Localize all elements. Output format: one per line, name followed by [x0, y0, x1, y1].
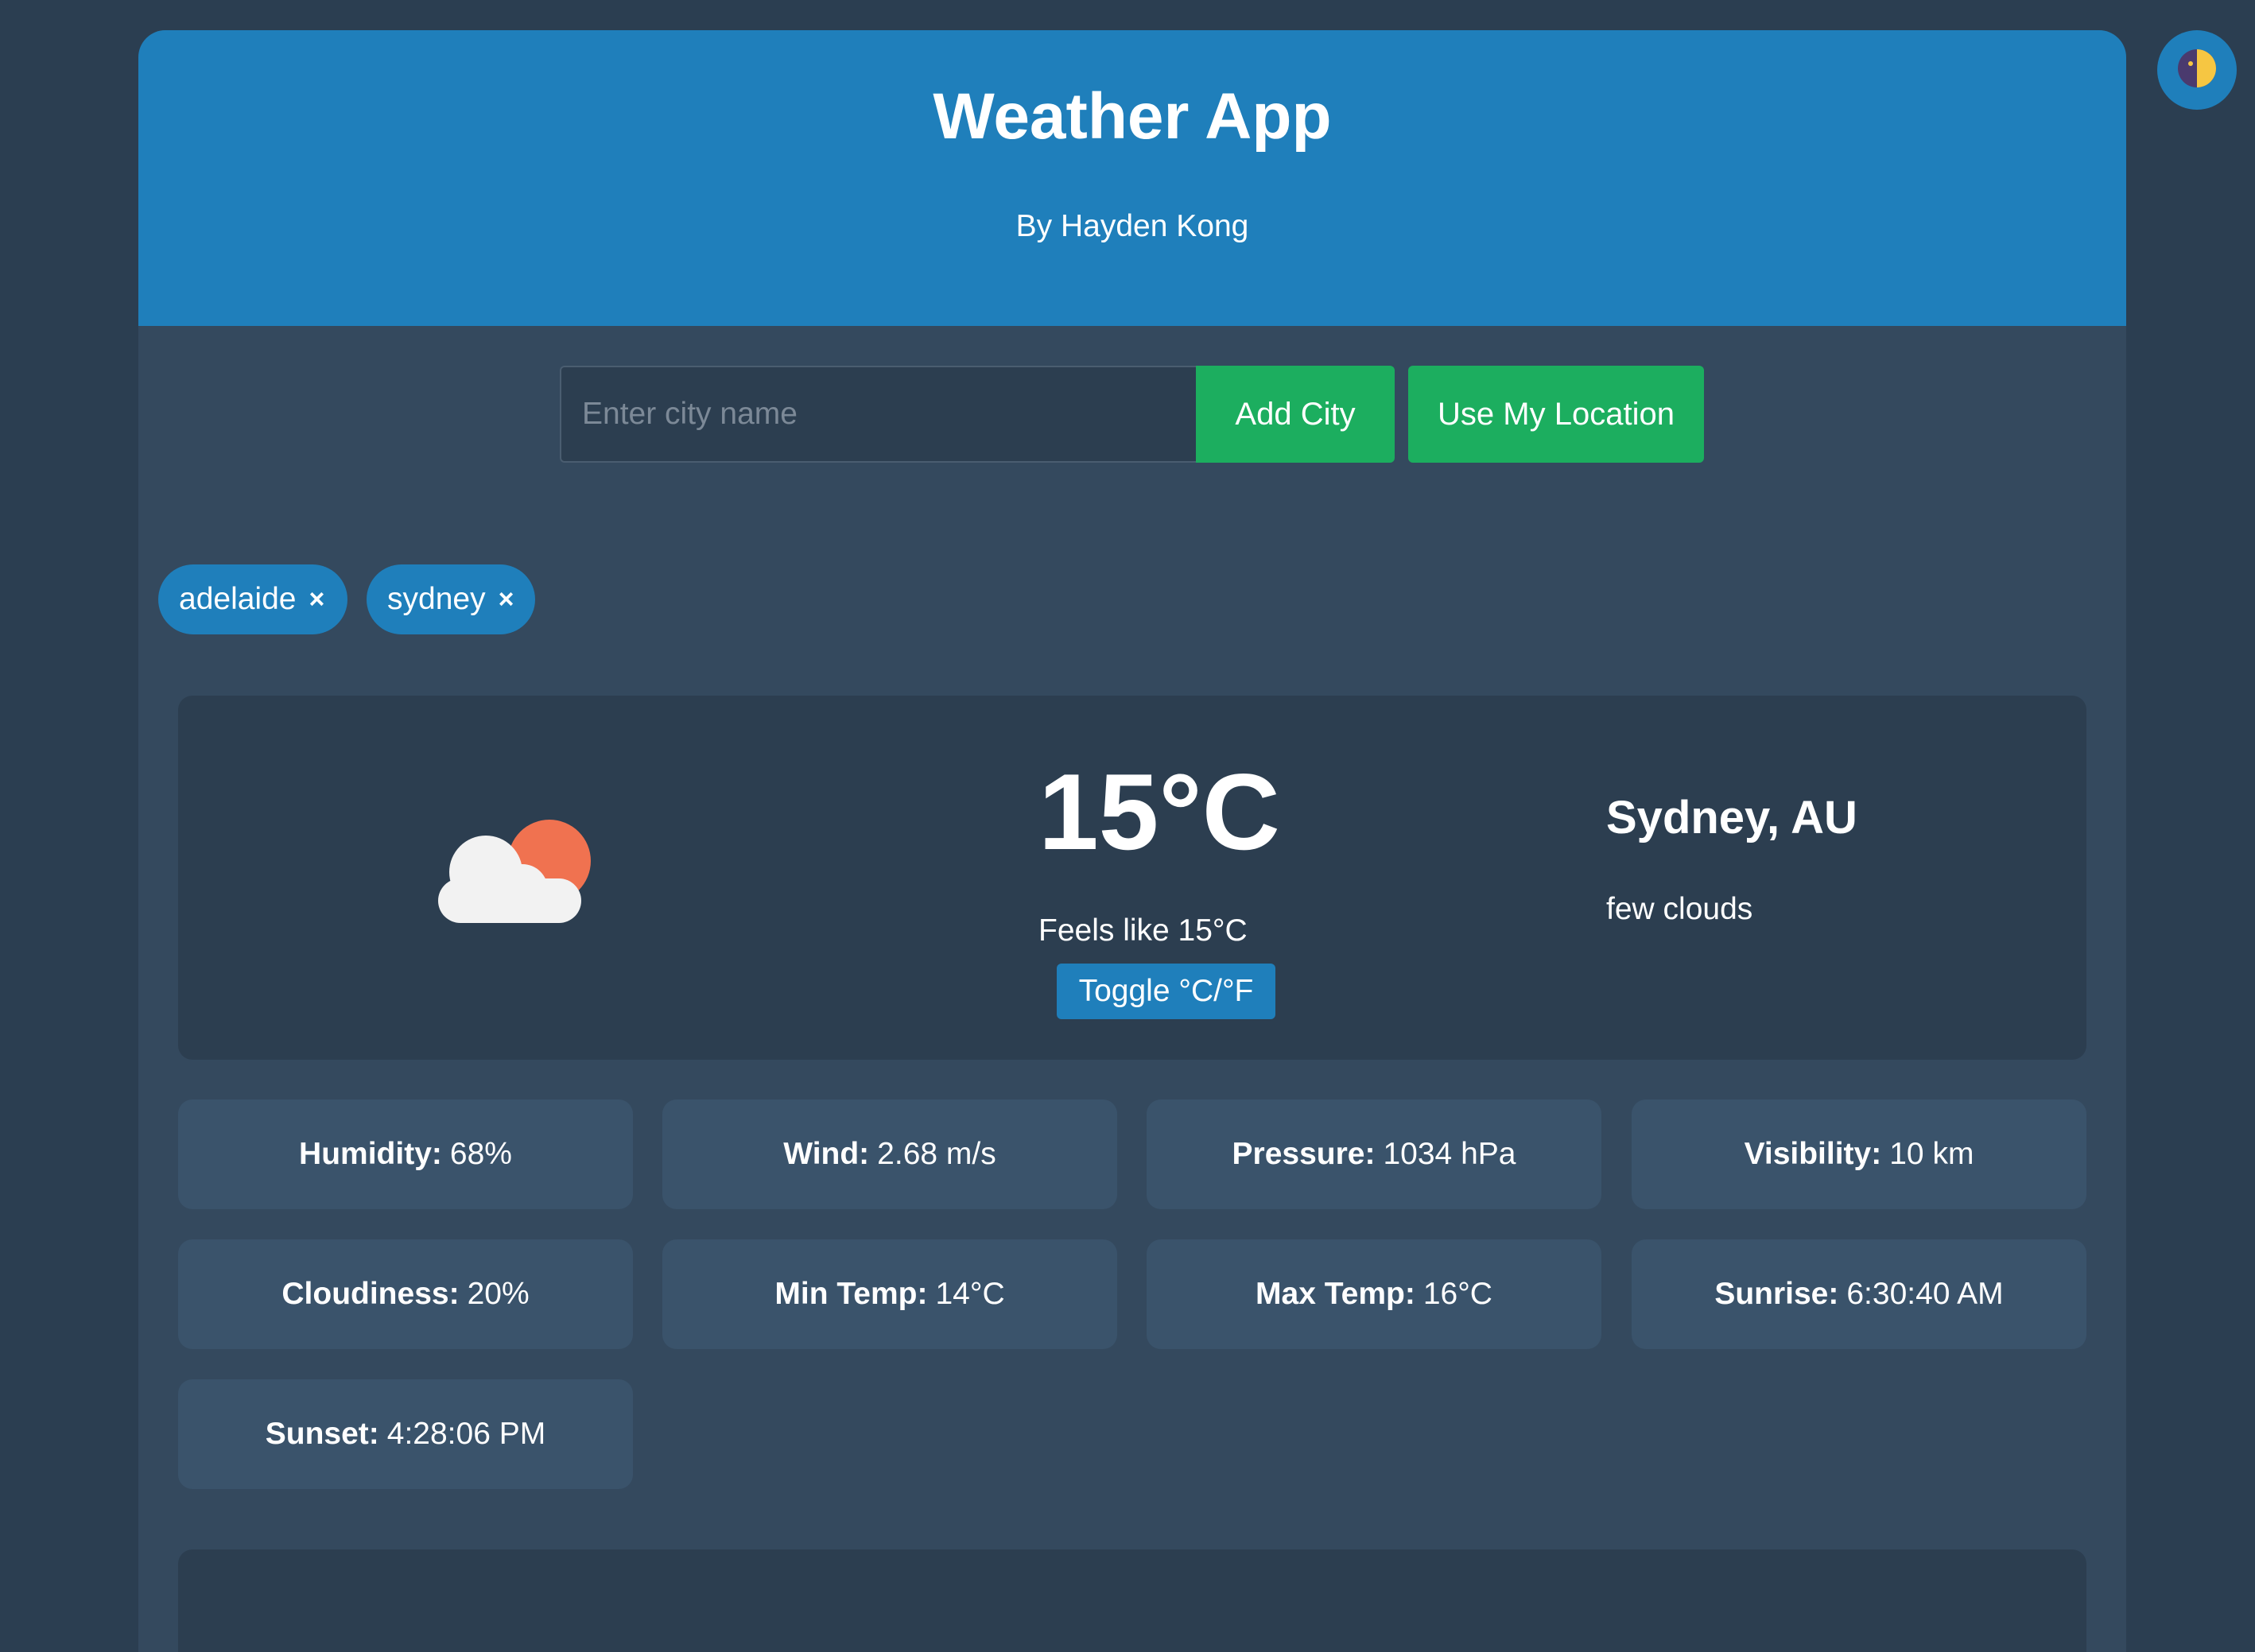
remove-city-icon[interactable]: × [309, 584, 324, 615]
detail-value: 1034 hPa [1383, 1137, 1516, 1171]
detail-visibility: Visibility: 10 km [1632, 1099, 2086, 1209]
detail-label: Cloudiness: [281, 1277, 460, 1311]
city-chip-label: sydney [387, 582, 486, 616]
remove-city-icon[interactable]: × [499, 584, 514, 615]
app-header: Weather App By Hayden Kong [138, 30, 2126, 326]
city-chip-label: adelaide [179, 582, 297, 616]
page-title: Weather App [933, 80, 1332, 153]
add-city-button[interactable]: Add City [1196, 366, 1395, 463]
detail-value: 14°C [935, 1277, 1005, 1311]
city-chip-sydney[interactable]: sydney × [367, 564, 535, 634]
forecast-section [178, 1549, 2086, 1652]
city-chip-adelaide[interactable]: adelaide × [158, 564, 347, 634]
page-subtitle: By Hayden Kong [1015, 209, 1249, 243]
feels-like-text: Feels like 15°C [1038, 913, 1248, 948]
detail-value: 16°C [1422, 1277, 1492, 1311]
detail-label: Sunset: [265, 1417, 379, 1451]
use-my-location-button[interactable]: Use My Location [1408, 366, 1704, 463]
detail-sunrise: Sunrise: 6:30:40 AM [1632, 1239, 2086, 1349]
detail-label: Sunrise: [1714, 1277, 1839, 1311]
detail-label: Max Temp: [1256, 1277, 1415, 1311]
weather-description: few clouds [1606, 892, 1753, 926]
detail-label: Visibility: [1744, 1137, 1882, 1171]
detail-pressure: Pressure: 1034 hPa [1147, 1099, 1601, 1209]
app-container: Weather App By Hayden Kong Add City Use … [138, 30, 2126, 1652]
detail-label: Pressure: [1232, 1137, 1376, 1171]
detail-label: Humidity: [299, 1137, 442, 1171]
detail-value: 68% [449, 1137, 512, 1171]
detail-cloudiness: Cloudiness: 20% [178, 1239, 633, 1349]
current-location: Sydney, AU [1606, 792, 1857, 843]
detail-value: 20% [467, 1277, 530, 1311]
detail-sunset: Sunset: 4:28:06 PM [178, 1379, 633, 1489]
cloud-sun-icon [437, 815, 604, 926]
current-temperature: 15°C [1038, 751, 1280, 872]
detail-value: 4:28:06 PM [386, 1417, 546, 1451]
city-search-input[interactable] [560, 366, 1196, 463]
detail-value: 10 km [1889, 1137, 1974, 1171]
detail-max-temp: Max Temp: 16°C [1147, 1239, 1601, 1349]
detail-min-temp: Min Temp: 14°C [662, 1239, 1117, 1349]
detail-wind: Wind: 2.68 m/s [662, 1099, 1117, 1209]
detail-label: Min Temp: [774, 1277, 928, 1311]
detail-humidity: Humidity: 68% [178, 1099, 633, 1209]
detail-value: 6:30:40 AM [1846, 1277, 2004, 1311]
detail-value: 2.68 m/s [877, 1137, 996, 1171]
half-moon-icon [2176, 48, 2218, 93]
theme-toggle-button[interactable] [2157, 30, 2237, 110]
toggle-unit-button[interactable]: Toggle °C/°F [1057, 964, 1275, 1019]
detail-label: Wind: [783, 1137, 870, 1171]
current-weather-card: 15°C Feels like 15°C Toggle °C/°F Sydney… [178, 696, 2086, 1060]
